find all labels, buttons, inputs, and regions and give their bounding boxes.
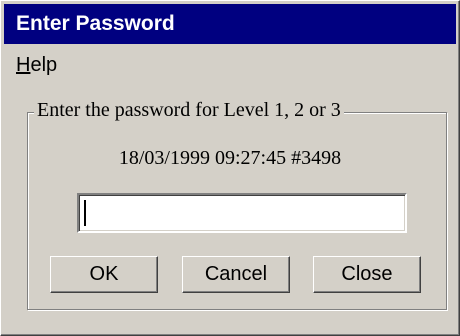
- password-input[interactable]: [77, 193, 407, 233]
- password-group-legend: Enter the password for Level 1, 2 or 3: [34, 97, 344, 123]
- cancel-button[interactable]: Cancel: [182, 256, 290, 293]
- timestamp-code: 18/03/1999 09:27:45 #3498: [118, 147, 342, 169]
- window-title: Enter Password: [4, 4, 456, 44]
- menu-bar: Help: [4, 47, 456, 81]
- ok-button[interactable]: OK: [50, 256, 158, 293]
- text-caret: [84, 200, 86, 226]
- menu-help[interactable]: Help: [16, 53, 57, 77]
- menu-help-accelerator: H: [16, 54, 31, 76]
- close-button[interactable]: Close: [313, 256, 421, 293]
- menu-help-label: elp: [30, 54, 58, 76]
